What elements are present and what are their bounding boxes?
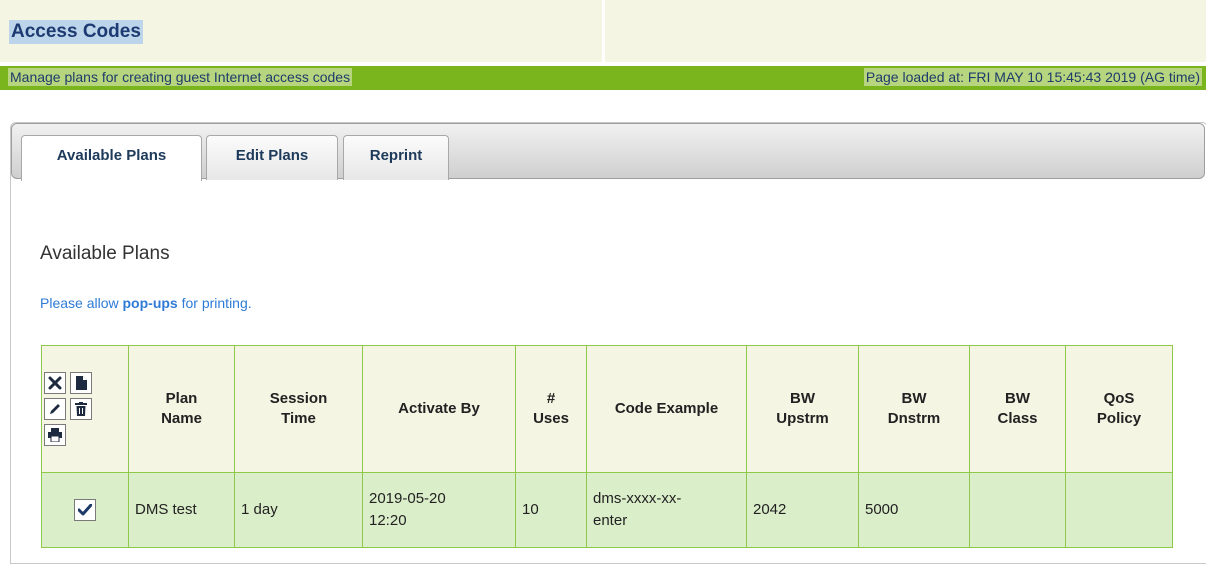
col-plan-name-line2: Name [161, 410, 202, 427]
col-activate-by: Activate By [362, 345, 516, 473]
cell-activate-by-time: 12:20 [369, 512, 407, 529]
col-bw-dnstrm-line2: Dnstrm [887, 410, 941, 427]
col-plan-name: Plan Name [128, 345, 235, 473]
col-activate-by-label: Activate By [398, 400, 480, 417]
popup-note: Please allow pop-ups for printing. [40, 295, 252, 311]
col-plan-name-line1: Plan [165, 390, 198, 407]
plans-table: Plan Name Session Time Activate By # Uses C… [41, 345, 1173, 548]
section-title: Available Plans [40, 243, 170, 264]
cell-bw-upstrm: 2042 [746, 472, 859, 548]
page-subtitle: Manage plans for creating guest Internet… [8, 68, 353, 86]
print-icon[interactable] [44, 424, 66, 446]
delete-icon[interactable] [70, 398, 92, 420]
col-session-time-line2: Time [281, 410, 316, 427]
popup-note-suffix: for printing. [177, 295, 252, 311]
col-bw-dnstrm: BW Dnstrm [858, 345, 970, 473]
page-title: Access Codes [9, 20, 143, 44]
close-icon[interactable] [44, 372, 66, 394]
popup-note-bold: pop-ups [122, 295, 178, 311]
popup-note-prefix: Please allow [40, 295, 123, 311]
col-session-time: Session Time [234, 345, 363, 473]
col-bw-upstrm: BW Upstrm [746, 345, 859, 473]
col-bw-class-line2: Class [997, 410, 1038, 427]
tab-edit-plans[interactable]: Edit Plans [206, 135, 338, 180]
col-qos-policy-line1: QoS [1103, 390, 1135, 407]
table-header-row: Plan Name Session Time Activate By # Uses C… [41, 345, 1173, 473]
col-bw-dnstrm-line1: BW [901, 390, 927, 407]
col-qos-policy: QoS Policy [1065, 345, 1173, 473]
file-icon[interactable] [70, 372, 92, 394]
row-select-checkbox[interactable] [74, 499, 96, 521]
cell-code-example-line1: dms-xxxx-xx- [593, 490, 682, 507]
col-bw-upstrm-line1: BW [790, 390, 815, 407]
cell-uses: 10 [515, 472, 587, 548]
col-qos-policy-line2: Policy [1096, 410, 1142, 427]
edit-icon[interactable] [44, 398, 66, 420]
col-bw-upstrm-line2: Upstrm [776, 410, 829, 427]
col-bw-class: BW Class [969, 345, 1066, 473]
cell-bw-class [969, 472, 1066, 548]
tab-available-plans[interactable]: Available Plans [21, 135, 202, 181]
col-uses-line1: # [546, 390, 556, 407]
cell-code-example: dms-xxxx-xx-enter [586, 472, 747, 548]
col-code-example: Code Example [586, 345, 747, 473]
cell-qos-policy [1065, 472, 1173, 548]
cell-code-example-line2: enter [593, 512, 628, 529]
tabs-panel: Available Plans Edit Plans Reprint Avail… [10, 122, 1206, 564]
cell-plan-name: DMS test [128, 472, 235, 548]
cell-activate-by: 2019-05-20 12:20 [362, 472, 516, 548]
col-bw-class-line1: BW [1005, 390, 1030, 407]
col-code-example-label: Code Example [614, 400, 719, 417]
row-select-cell [41, 472, 129, 548]
col-uses: # Uses [515, 345, 587, 473]
cell-activate-by-date: 2019-05-20 [369, 490, 446, 507]
cell-bw-dnstrm: 5000 [858, 472, 970, 548]
table-row[interactable]: DMS test 1 day 2019-05-20 12:20 10 dms-xx… [41, 472, 1173, 548]
checkmark-icon [78, 504, 92, 516]
cell-session-time: 1 day [234, 472, 363, 548]
col-uses-line2: Uses [533, 410, 569, 427]
page-loaded-time: Page loaded at: FRI MAY 10 15:45:43 2019… [863, 68, 1202, 86]
tab-bar: Available Plans Edit Plans Reprint [11, 123, 1205, 181]
tab-reprint[interactable]: Reprint [343, 135, 449, 180]
col-session-time-line1: Session [269, 390, 328, 407]
table-toolbar [41, 345, 129, 473]
